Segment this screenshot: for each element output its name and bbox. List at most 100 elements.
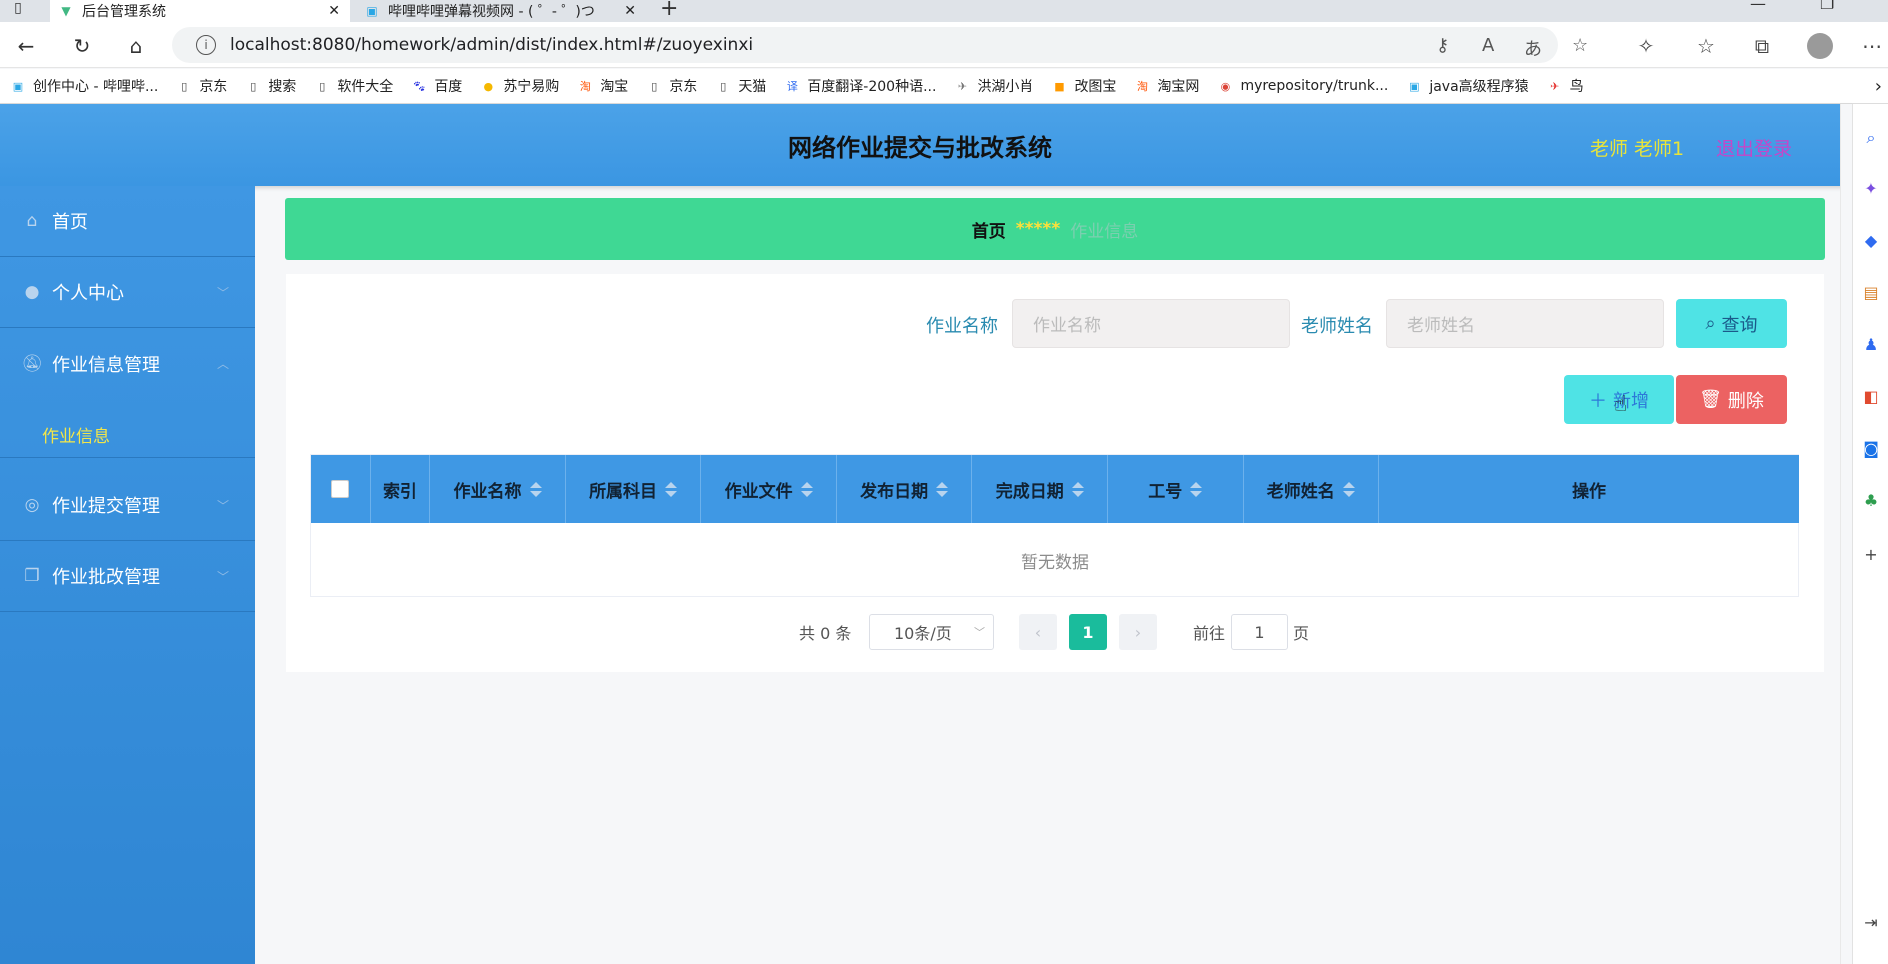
collapse-icon[interactable]: ⇥ — [1861, 912, 1881, 932]
bookmark-label: java高级程序猿 — [1429, 79, 1529, 95]
new-tab-icon[interactable]: + — [660, 0, 678, 21]
bookmark-item[interactable]: ▯ 京东 — [646, 76, 697, 96]
bookmark-item[interactable]: ▣ java高级程序猿 — [1406, 76, 1529, 96]
chevron-down-icon: ﹀ — [216, 569, 229, 584]
vue-icon: ▼ — [61, 4, 71, 18]
bookmark-label: 改图宝 — [1074, 79, 1117, 95]
delete-button[interactable]: 🗑︎ 删除 — [1676, 375, 1787, 424]
chevron-right-icon[interactable]: › — [1875, 76, 1882, 97]
favorite-add-icon[interactable]: ☆ — [1572, 35, 1588, 56]
sort-icon[interactable] — [936, 481, 949, 497]
sort-icon[interactable] — [529, 481, 542, 497]
add-icon[interactable]: + — [1861, 544, 1881, 564]
people-icon[interactable]: ♟ — [1861, 334, 1881, 354]
bookmark-item[interactable]: 译百度翻译-200种语... — [784, 76, 937, 96]
home-icon: ⌂ — [26, 211, 38, 231]
sidebar-item-label: 首页 — [52, 212, 88, 233]
sort-icon[interactable] — [1071, 481, 1084, 497]
search-button[interactable]: ⌕ 查询 — [1676, 299, 1787, 348]
bookmark-item[interactable]: ▯ 天猫 — [715, 76, 766, 96]
page-scrollbar[interactable] — [1840, 104, 1852, 964]
bookmark-item[interactable]: 淘淘宝网 — [1134, 76, 1200, 96]
page-number-active[interactable]: 1 — [1069, 614, 1107, 650]
home-icon[interactable]: ⌂ — [120, 30, 152, 62]
chevron-left-icon: ‹ — [1034, 622, 1042, 642]
column-header[interactable]: 完成日期 — [972, 455, 1108, 523]
reload-icon[interactable]: ↻ — [66, 30, 98, 62]
bookmark-label: 苏宁易购 — [503, 79, 560, 95]
bookmark-item[interactable]: ◉ myrepository/trunk... — [1217, 78, 1389, 94]
search-icon[interactable]: ⌕ — [1861, 128, 1881, 148]
bookmark-item[interactable]: 🐾︎ 百度 — [411, 76, 462, 96]
key-icon[interactable]: ⚷ — [1436, 35, 1449, 56]
read-aloud-icon[interactable]: A — [1482, 35, 1494, 56]
sidebar-item-submission[interactable]: ◎ 作业提交管理 ﹀ — [0, 470, 255, 541]
gaitubao-icon: ■ — [1054, 79, 1065, 93]
site-info-icon[interactable]: i — [196, 35, 216, 55]
page-size-value: 10条/页 — [894, 624, 952, 643]
column-header[interactable]: 所属科目 — [566, 455, 702, 523]
sidebar-item-grading[interactable]: ❐ 作业批改管理 ﹀ — [0, 541, 255, 612]
close-icon[interactable]: ✕ — [624, 3, 636, 19]
tag-icon[interactable]: ◆ — [1861, 230, 1881, 250]
delete-button-label: 删除 — [1727, 390, 1764, 412]
bookmark-item[interactable]: ▯ 搜索 — [245, 76, 296, 96]
breadcrumb-home[interactable]: 首页 — [972, 217, 1006, 242]
column-header[interactable]: 发布日期 — [837, 455, 973, 523]
extensions-icon[interactable]: ✧ — [1630, 30, 1662, 62]
chevron-down-icon: ﹀ — [974, 626, 985, 639]
teacher-name-input[interactable]: 老师姓名 — [1386, 299, 1664, 348]
goto-page-input[interactable]: 1 — [1231, 614, 1288, 650]
sort-icon[interactable] — [800, 481, 813, 497]
translate-icon[interactable]: あ — [1524, 35, 1542, 61]
profile-avatar[interactable] — [1804, 30, 1836, 62]
minimize-icon[interactable]: — — [1750, 0, 1766, 13]
bookmark-label: 京东 — [199, 79, 228, 95]
bookmark-item[interactable]: 淘淘宝 — [577, 76, 629, 96]
office-icon[interactable]: ◧ — [1861, 386, 1881, 406]
address-bar[interactable]: i localhost:8080/homework/admin/dist/ind… — [172, 27, 1558, 63]
next-page-button[interactable]: › — [1119, 614, 1157, 650]
bookmark-item[interactable]: ▯ 软件大全 — [314, 76, 393, 96]
restore-icon[interactable]: ❐ — [1820, 0, 1834, 13]
sort-icon[interactable] — [1342, 481, 1355, 497]
favorites-icon[interactable]: ☆ — [1690, 30, 1722, 62]
sidebar-item-homework-info[interactable]: 🔕︎ 作业信息管理 ︿ — [0, 328, 255, 399]
tab-bilibili[interactable]: ▣ 哔哩哔哩弹幕视频网 - ( ゜- ゜)つ ✕ — [356, 0, 646, 22]
sort-icon[interactable] — [665, 481, 678, 497]
column-header[interactable]: 作业文件 — [701, 455, 837, 523]
bookmark-label: myrepository/trunk... — [1240, 78, 1389, 94]
close-icon[interactable]: ✕ — [328, 3, 340, 19]
sidebar-item-home[interactable]: ⌂ 首页 — [0, 186, 255, 257]
select-all-checkbox[interactable] — [331, 480, 350, 498]
bookmark-label: 百度翻译-200种语... — [807, 79, 937, 95]
tab-admin[interactable]: ▼ 后台管理系统 ✕ — [50, 0, 350, 22]
column-header[interactable]: 工号 — [1108, 455, 1244, 523]
user-icon: ● — [24, 282, 40, 302]
more-icon[interactable]: ⋯ — [1856, 30, 1888, 62]
homework-name-input[interactable]: 作业名称 — [1012, 299, 1290, 348]
chevron-down-icon: ﹀ — [216, 498, 229, 513]
sidebar-subitem-homework[interactable]: 作业信息 — [0, 416, 255, 458]
sidebar-toggle-icon[interactable]: ▯ — [6, 0, 30, 20]
back-icon[interactable]: ← — [10, 30, 42, 62]
tree-icon[interactable]: ♣ — [1861, 490, 1881, 510]
bookmark-item[interactable]: ✈︎ 鸟 — [1547, 76, 1584, 96]
chrome-icon: ◉ — [1220, 79, 1231, 93]
logout-link[interactable]: 退出登录 — [1716, 134, 1792, 161]
collections-icon[interactable]: ⧉ — [1746, 30, 1778, 62]
sort-icon[interactable] — [1190, 481, 1203, 497]
bookmark-item[interactable]: ✈︎ 洪湖小肖 — [954, 76, 1034, 96]
toolbox-icon[interactable]: ▤ — [1861, 282, 1881, 302]
bookmark-item[interactable]: ■ 改图宝 — [1051, 76, 1116, 96]
prev-page-button[interactable]: ‹ — [1019, 614, 1057, 650]
copilot-icon[interactable]: ✦ — [1861, 178, 1881, 198]
column-header[interactable]: 作业名称 — [430, 455, 566, 523]
bookmark-item[interactable]: ▯ 京东 — [176, 76, 227, 96]
bookmark-item[interactable]: ▣ 创作中心 - 哔哩哔... — [10, 76, 159, 96]
bookmark-item[interactable]: ● 苏宁易购 — [480, 76, 560, 96]
column-header[interactable]: 老师姓名 — [1244, 455, 1380, 523]
outlook-icon[interactable]: ◙ — [1861, 438, 1881, 458]
page-size-select[interactable]: 10条/页 ﹀ — [869, 614, 994, 650]
sidebar-item-profile[interactable]: ● 个人中心 ﹀ — [0, 257, 255, 328]
